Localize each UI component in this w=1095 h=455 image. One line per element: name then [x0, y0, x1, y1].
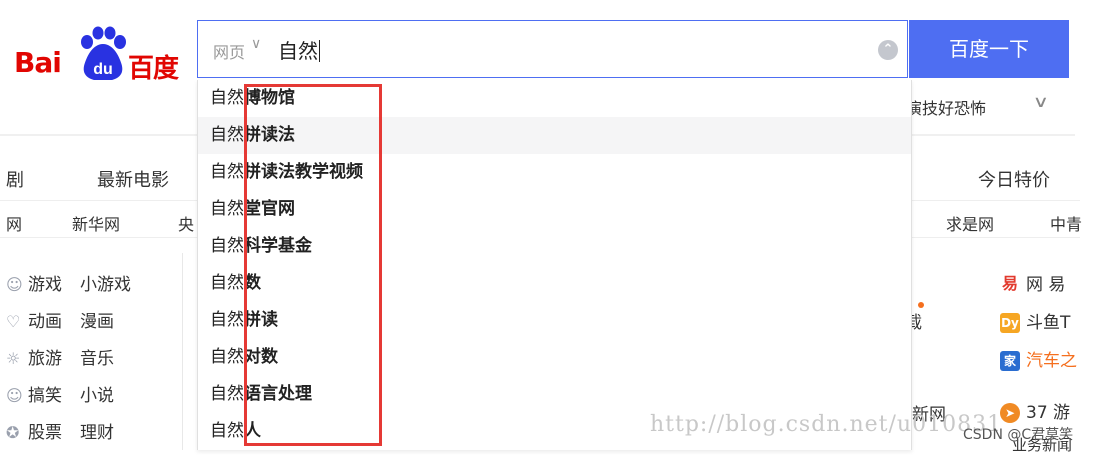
nav-item-movies[interactable]: 最新电影	[97, 166, 169, 192]
site-link-xinhua[interactable]: 新华网	[72, 211, 120, 235]
anime-icon: ♡	[6, 312, 21, 331]
clear-icon[interactable]: ⌃	[878, 40, 898, 60]
smile-icon: ☺	[6, 386, 23, 405]
search-button[interactable]: 百度一下	[909, 20, 1069, 78]
autohome-icon: 家	[1000, 351, 1020, 371]
paw-logo-icon: du	[81, 26, 126, 81]
logo-text-bai: Bai	[14, 46, 62, 79]
game37-icon: ➤	[1000, 403, 1020, 423]
search-input[interactable]: 自然	[278, 35, 320, 64]
logo-du-text: du	[93, 61, 113, 78]
stock-icon: ✪	[6, 423, 20, 442]
search-scope-label[interactable]: 网页	[213, 39, 245, 63]
csdn-watermark: CSDN @C君莫笑	[963, 427, 1074, 443]
nav-item-drama[interactable]: 剧	[6, 166, 24, 192]
annotation-highlight-box	[244, 84, 382, 446]
chevron-down-icon[interactable]: ∨	[1033, 92, 1049, 111]
travel-icon: ☼	[6, 349, 21, 368]
site-link-cctv[interactable]: 央	[178, 211, 194, 235]
game-icon: ☺	[6, 275, 23, 294]
list-item[interactable]: ♡ 动画 漫画	[6, 307, 114, 335]
netease-icon: 易	[1000, 274, 1020, 294]
list-item[interactable]: ☺ 游戏 小游戏	[6, 270, 131, 298]
site-link-cyol[interactable]: 中青	[1050, 211, 1082, 235]
search-box[interactable]: 网页 ∨ 自然 ⌃	[197, 20, 908, 78]
douyu-icon: Dy	[1000, 313, 1020, 333]
blog-url-watermark: http://blog.csdn.net/u010831	[650, 412, 1003, 437]
column-divider	[182, 253, 183, 450]
site-link-163[interactable]: 易网 易	[1000, 270, 1065, 295]
site-link-37you[interactable]: ➤ 37 游	[1000, 398, 1070, 423]
chevron-down-icon[interactable]: ∨	[251, 36, 261, 52]
hot-search-snippet[interactable]: 演技好恐怖	[906, 95, 986, 119]
nav-item-deals[interactable]: 今日特价	[978, 166, 1050, 192]
list-item[interactable]: ✪ 股票 理财	[6, 418, 114, 446]
site-link-qiushi[interactable]: 求是网	[946, 211, 994, 235]
text-cursor	[319, 40, 320, 62]
site-link-autohome[interactable]: 家汽车之	[1000, 346, 1077, 371]
list-item[interactable]: ☼ 旅游 音乐	[6, 344, 114, 372]
list-item[interactable]: ☺ 搞笑 小说	[6, 381, 114, 409]
site-link-douyu[interactable]: Dy 斗鱼T	[1000, 308, 1070, 333]
new-dot-badge	[918, 302, 924, 308]
site-link-net[interactable]: 网	[6, 211, 22, 235]
baidu-logo[interactable]: Bai du 百度	[14, 26, 189, 84]
